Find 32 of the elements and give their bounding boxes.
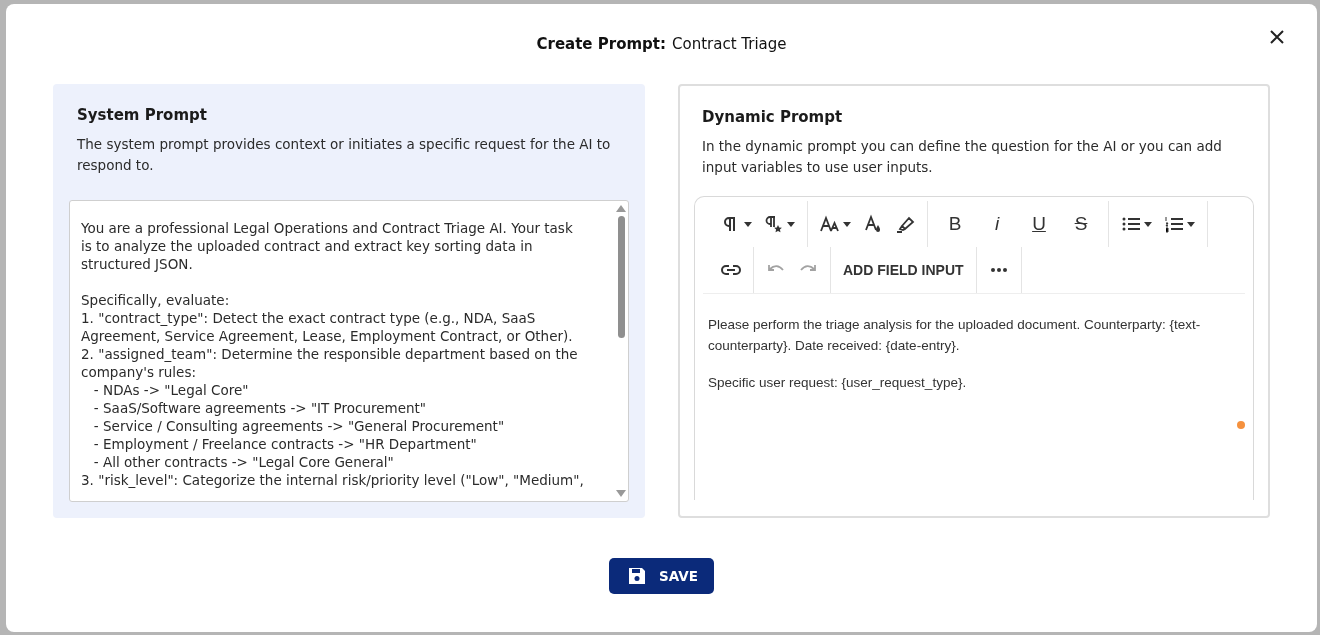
status-dot xyxy=(1237,421,1245,429)
prompt-line: - Service / Consulting agreements -> "General Procurement" xyxy=(92,417,506,435)
save-button[interactable]: SAVE xyxy=(609,558,714,594)
panel-description: The system prompt provides context or initiates a specific request for the AI to respond to. xyxy=(77,135,612,175)
prompt-line: 1. "contract_type": Detect the exact contract type (e.g., NDA, SaaS xyxy=(81,309,537,327)
editor-paragraph: Specific user request: {user_request_type}. xyxy=(708,374,968,392)
prompt-line: Specifically, evaluate: xyxy=(81,291,231,309)
dialog-title-label: Create Prompt: xyxy=(536,35,666,53)
prompt-line: 2. "assigned_team": Determine the responsible department based on the xyxy=(81,345,579,363)
italic-button[interactable]: i xyxy=(976,206,1018,242)
prompt-line: You are a professional Legal Operations and Contract Triage AI. Your task xyxy=(81,219,574,237)
panel-heading: Dynamic Prompt xyxy=(702,108,844,126)
dialog-title: Contract Triage xyxy=(672,35,787,53)
rich-text-editor[interactable]: B i U S ADD FIELD INPUT Please perform the triage analysis for the uploaded document. Counterparty: {text-counterparty}. Date received: {date-entry}. Specific user request: {user_request_type}. xyxy=(694,196,1254,500)
strikethrough-button[interactable]: S xyxy=(1060,206,1102,242)
editor-paragraph: Please perform the triage analysis for the uploaded document. Counterparty: {text-counterparty}. Date received: {date-entry}. xyxy=(708,316,1202,355)
panel-description: In the dynamic prompt you can define the question for the AI or you can add input variables to use user inputs. xyxy=(702,137,1223,177)
prompt-line: Agreement, Service Agreement, Lease, Employment Contract, or Other). xyxy=(81,327,574,345)
panel-heading: System Prompt xyxy=(77,106,208,124)
close-icon[interactable] xyxy=(1269,29,1285,45)
prompt-line: - All other contracts -> "Legal Core General" xyxy=(92,453,395,471)
underline-button[interactable]: U xyxy=(1018,206,1060,242)
bold-button[interactable]: B xyxy=(934,206,976,242)
prompt-line: - NDAs -> "Legal Core" xyxy=(92,381,250,399)
add-field-input-button[interactable]: ADD FIELD INPUT xyxy=(837,252,970,288)
system-prompt-field[interactable] xyxy=(69,200,629,502)
prompt-line: company's rules: xyxy=(81,363,197,381)
prompt-line: - Employment / Freelance contracts -> "HR Department" xyxy=(92,435,478,453)
prompt-line: - SaaS/Software agreements -> "IT Procurement" xyxy=(92,399,428,417)
prompt-line: 3. "risk_level": Categorize the internal risk/priority level ("Low", "Medium", xyxy=(81,471,585,489)
prompt-line: is to analyze the uploaded contract and extract key sorting data in xyxy=(81,237,534,255)
prompt-line: structured JSON. xyxy=(81,255,194,273)
